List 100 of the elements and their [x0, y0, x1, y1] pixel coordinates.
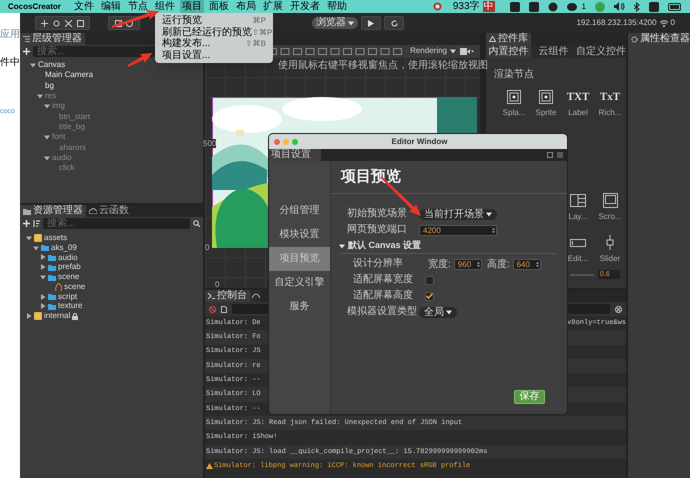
menu-item[interactable]: 运行预览 ⌘P — [155, 15, 273, 26]
asset-label[interactable]: audio — [58, 252, 78, 262]
field-label: 适配屏幕宽度 — [353, 274, 414, 286]
component-label[interactable]: Sprite — [536, 108, 556, 118]
section-title: 渲染节点 — [494, 69, 535, 81]
caret-icon[interactable] — [40, 303, 46, 310]
popout-icon[interactable] — [547, 152, 553, 158]
menu-icon[interactable] — [557, 152, 563, 158]
component-label[interactable]: Spla... — [502, 108, 526, 118]
asset-label[interactable]: internal — [44, 311, 70, 322]
terminal-icon — [208, 293, 215, 299]
component-label[interactable]: Label — [568, 108, 588, 118]
menu-item[interactable]: 节点 — [126, 0, 150, 13]
caret-icon[interactable] — [40, 254, 46, 260]
menu-item[interactable]: 组件 — [152, 0, 177, 13]
database-icon — [34, 312, 42, 320]
clear-icon[interactable] — [209, 306, 216, 312]
panel-tab[interactable]: 控制台 — [205, 290, 250, 302]
play-button[interactable] — [361, 16, 382, 30]
component-label[interactable]: Lay... — [568, 212, 588, 222]
menu-item[interactable]: 开发者 — [288, 0, 322, 13]
settings-tab[interactable]: 项目设置 — [269, 149, 321, 161]
field-label: 设计分辨率 — [353, 258, 404, 270]
chat-count: 1 — [582, 1, 586, 13]
caret-icon[interactable] — [44, 154, 50, 161]
close-icon[interactable] — [615, 306, 622, 312]
search-icon — [193, 220, 200, 227]
settings-nav-item[interactable]: 分组管理 — [269, 199, 330, 223]
caret-icon[interactable] — [40, 294, 46, 300]
panel-tab[interactable]: 控件库 — [486, 33, 531, 45]
settings-nav-item[interactable]: 模块设置 — [269, 223, 330, 247]
word-count[interactable]: 933字 — [452, 0, 480, 13]
caret-icon[interactable] — [40, 264, 46, 270]
add-icon — [23, 48, 30, 55]
caret-icon[interactable] — [450, 48, 456, 54]
component-label[interactable]: Edit... — [568, 254, 588, 264]
triangle-icon — [489, 36, 496, 42]
asset-label[interactable]: prefab — [58, 262, 81, 272]
caret-icon[interactable] — [486, 211, 492, 217]
animation-tab[interactable] — [250, 290, 261, 302]
caret-icon[interactable] — [30, 62, 36, 68]
checkbox[interactable] — [425, 276, 434, 284]
warning-icon — [206, 463, 213, 470]
render-mode-dropdown[interactable]: Rendering — [410, 45, 456, 57]
menu-item[interactable]: 扩展 — [260, 0, 285, 13]
caret-icon[interactable] — [40, 274, 46, 280]
checkbox[interactable] — [425, 292, 434, 300]
select-dropdown[interactable]: 当前打开场景 — [419, 208, 497, 220]
wifi-icon — [660, 20, 668, 26]
component-label[interactable]: Slider — [600, 254, 620, 264]
panel-tab[interactable]: 属性检查器 — [628, 33, 690, 45]
asset-label[interactable]: scene — [58, 272, 80, 282]
node-label[interactable]: bg — [45, 80, 54, 91]
platform-dropdown[interactable]: 浏览器 — [312, 17, 358, 29]
file-icon[interactable] — [221, 306, 227, 312]
caret-icon[interactable] — [33, 244, 39, 251]
settings-nav-item[interactable]: 服务 — [269, 295, 330, 319]
search-field[interactable]: 搜索... — [43, 218, 190, 229]
panel-tab[interactable]: 资源管理器 — [20, 205, 86, 217]
caret-icon[interactable] — [44, 103, 50, 110]
component-label[interactable]: Rich... — [598, 108, 622, 118]
panel-tab[interactable]: 云函数 — [86, 205, 132, 217]
menu-item[interactable]: 文件 — [72, 0, 96, 13]
menu-item[interactable]: 项目 — [180, 0, 204, 13]
height-input[interactable]: 640 — [512, 258, 541, 270]
input-method-indicator[interactable]: 中 — [482, 1, 495, 12]
asset-label[interactable]: aks_09 — [51, 242, 77, 253]
caret-icon[interactable] — [37, 93, 43, 100]
library-tab[interactable]: 云组件 — [531, 45, 576, 58]
menu-item[interactable]: 面板 — [206, 0, 231, 13]
caret-icon[interactable] — [339, 242, 345, 248]
select-dropdown[interactable]: 全局 — [419, 306, 457, 318]
menu-item[interactable]: 刷新已经运行的预览⇧⌘P — [155, 26, 273, 38]
menu-item[interactable]: 帮助 — [324, 0, 349, 13]
asset-label[interactable]: texture — [58, 301, 82, 312]
asset-label[interactable]: script — [58, 292, 78, 302]
camera-icon[interactable] — [460, 48, 474, 54]
node-label[interactable]: Main Camera — [45, 70, 94, 80]
node-label[interactable]: Canvas — [38, 60, 66, 70]
panel-tab[interactable]: 层级管理器 — [20, 33, 85, 45]
database-icon — [34, 234, 42, 242]
caret-icon[interactable] — [26, 313, 32, 320]
transform-tool-group[interactable] — [35, 16, 90, 30]
menu-item[interactable]: 布局 — [234, 0, 258, 13]
menu-item[interactable]: 编辑 — [98, 0, 123, 13]
caret-icon[interactable] — [26, 234, 32, 241]
caret-icon[interactable] — [348, 20, 354, 26]
asset-label[interactable]: scene — [64, 282, 86, 292]
section-header[interactable]: 默认 Canvas 设置 — [348, 238, 422, 252]
caret-icon[interactable] — [44, 134, 50, 140]
library-tab[interactable]: 自定义控件 — [576, 45, 626, 58]
app-name[interactable]: CocosCreator — [8, 0, 61, 13]
component-label[interactable]: Scro... — [598, 212, 622, 222]
width-input[interactable]: 960 — [454, 258, 482, 270]
text-glyph-icon: TXT — [566, 90, 590, 104]
flame-icon — [55, 282, 62, 291]
asset-label[interactable]: assets — [44, 232, 68, 243]
port-input[interactable]: 4200 — [419, 224, 497, 236]
library-tab[interactable]: 内置控件 — [486, 45, 531, 58]
refresh-button[interactable] — [384, 16, 404, 30]
